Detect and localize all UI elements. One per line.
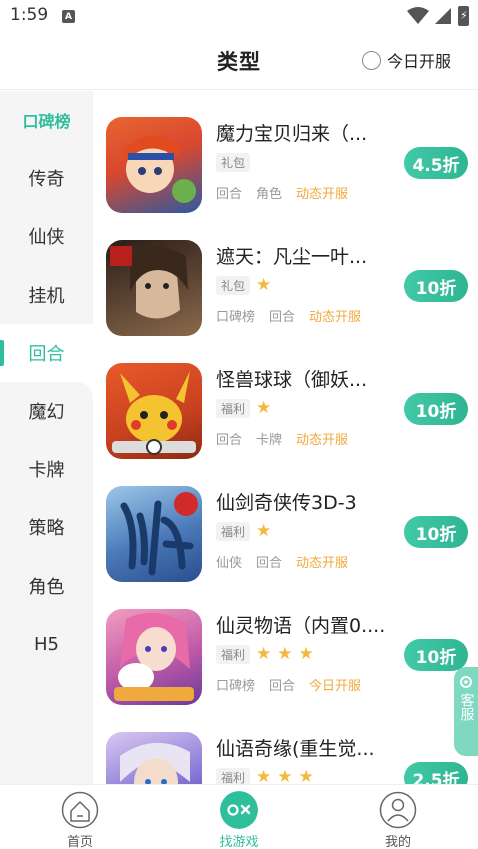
game-icon (106, 609, 202, 705)
game-genre: 口碑榜 (216, 679, 256, 694)
game-icon (106, 732, 202, 784)
game-meta: 回合 角色 动态开服 (216, 183, 348, 202)
header: 类型 今日开服 (0, 32, 478, 90)
rating-stars: ★ (256, 275, 271, 295)
game-genre: 回合 (216, 433, 243, 448)
status-time: 1:59 (10, 5, 49, 25)
game-genre: 回合 (216, 187, 243, 202)
game-icon (106, 486, 202, 582)
game-icon (106, 363, 202, 459)
today-open-toggle[interactable]: 今日开服 (361, 48, 451, 72)
nav-profile-label: 我的 (384, 835, 411, 849)
radio-icon[interactable] (361, 50, 381, 70)
headset-icon (460, 676, 472, 688)
game-tag: 福利 (216, 399, 251, 418)
game-name: 仙剑奇侠传3D-3 (216, 492, 357, 514)
game-genre: 回合 (269, 310, 296, 325)
game-tag: 福利 (216, 768, 251, 784)
category-item-idle[interactable]: 挂机 (0, 266, 93, 324)
category-item-card[interactable]: 卡牌 (0, 440, 93, 498)
category-sidebar: 口碑榜 传奇 仙侠 挂机 回合 魔幻 卡牌 策略 角色 H5 (0, 91, 93, 784)
category-item-rpg[interactable]: 角色 (0, 557, 93, 615)
nav-find-games[interactable]: 找游戏 (179, 785, 299, 849)
user-icon (379, 791, 417, 829)
game-genre: 口碑榜 (216, 310, 256, 325)
star-icon: ★ (277, 767, 293, 784)
rating-stars: ★ ★ ★ (256, 644, 314, 664)
customer-service-button[interactable]: 客服 (454, 667, 478, 756)
wifi-icon (407, 7, 429, 24)
game-tag: 礼包 (216, 153, 251, 172)
discount-badge[interactable]: 10折 (404, 639, 468, 671)
game-name: 魔力宝贝归来（... (216, 123, 368, 145)
rating-stars: ★ (256, 398, 271, 418)
star-icon: ★ (256, 644, 272, 664)
discount-badge[interactable]: 4.5折 (404, 147, 468, 179)
game-genre: 角色 (256, 187, 283, 202)
customer-service-label: 客服 (458, 693, 475, 721)
game-server-status: 动态开服 (296, 556, 349, 571)
game-icon (106, 240, 202, 336)
game-server-status: 今日开服 (309, 679, 362, 694)
discount-badge[interactable]: 10折 (404, 516, 468, 548)
discount-badge[interactable]: 10折 (404, 393, 468, 425)
game-name: 怪兽球球（御妖... (216, 369, 368, 391)
category-item-strategy[interactable]: 策略 (0, 498, 93, 556)
star-icon: ★ (298, 644, 314, 664)
star-icon: ★ (256, 767, 272, 784)
game-server-status: 动态开服 (296, 187, 349, 202)
game-icon (106, 117, 202, 213)
category-item-turn-based[interactable]: 回合 (0, 324, 93, 382)
list-item[interactable]: 怪兽球球（御妖... 福利 ★ 回合 卡牌 动态开服 10折 (93, 337, 478, 460)
list-item[interactable]: 魔力宝贝归来（... 礼包 回合 角色 动态开服 4.5折 (93, 91, 478, 214)
rating-stars: ★ (256, 521, 271, 541)
game-server-status: 动态开服 (296, 433, 349, 448)
status-bar: 1:59 A ⚡ (0, 0, 478, 32)
discount-badge[interactable]: 2.5折 (404, 762, 468, 784)
game-list[interactable]: 魔力宝贝归来（... 礼包 回合 角色 动态开服 4.5折 遮天：凡尘一叶...… (93, 91, 478, 784)
game-genre: 回合 (256, 556, 283, 571)
category-item-h5[interactable]: H5 (0, 615, 93, 673)
star-icon: ★ (256, 275, 272, 295)
star-icon: ★ (298, 767, 314, 784)
star-icon: ★ (256, 521, 272, 541)
nav-home-label: 首页 (66, 835, 93, 849)
game-server-status: 动态开服 (309, 310, 362, 325)
rating-stars: ★ ★ ★ (256, 767, 314, 784)
game-name: 仙语奇缘(重生觉... (216, 738, 375, 760)
game-meta: 口碑榜 回合 今日开服 (216, 675, 361, 694)
list-item[interactable]: 仙灵物语（内置0.... 福利 ★ ★ ★ 口碑榜 回合 今日开服 10折 (93, 583, 478, 706)
category-item-reputation[interactable]: 口碑榜 (0, 91, 93, 149)
bottom-nav: 首页 找游戏 我的 (0, 784, 478, 849)
game-tag: 福利 (216, 645, 251, 664)
category-item-xianxia[interactable]: 仙侠 (0, 207, 93, 265)
list-item[interactable]: 遮天：凡尘一叶... 礼包 ★ 口碑榜 回合 动态开服 10折 (93, 214, 478, 337)
list-item[interactable]: 仙剑奇侠传3D-3 福利 ★ 仙侠 回合 动态开服 10折 (93, 460, 478, 583)
game-genre: 回合 (269, 679, 296, 694)
game-tag: 礼包 (216, 276, 251, 295)
nav-profile[interactable]: 我的 (338, 785, 458, 849)
nav-home[interactable]: 首页 (20, 785, 140, 849)
star-icon: ★ (256, 398, 272, 418)
battery-icon: ⚡ (458, 6, 469, 26)
game-name: 遮天：凡尘一叶... (216, 246, 368, 268)
home-icon (61, 791, 99, 829)
game-meta: 仙侠 回合 动态开服 (216, 552, 348, 571)
category-item-fantasy[interactable]: 魔幻 (0, 382, 93, 440)
nav-find-games-label: 找游戏 (219, 835, 259, 849)
game-genre: 仙侠 (216, 556, 243, 571)
discount-badge[interactable]: 10折 (404, 270, 468, 302)
signal-icon (435, 8, 451, 24)
game-meta: 回合 卡牌 动态开服 (216, 429, 348, 448)
game-tag: 福利 (216, 522, 251, 541)
game-meta: 口碑榜 回合 动态开服 (216, 306, 361, 325)
game-genre: 卡牌 (256, 433, 283, 448)
star-icon: ★ (277, 644, 293, 664)
category-item-legend[interactable]: 传奇 (0, 149, 93, 207)
gamepad-icon (220, 791, 258, 829)
list-item[interactable]: 仙语奇缘(重生觉... 福利 ★ ★ ★ 2.5折 (93, 706, 478, 784)
game-name: 仙灵物语（内置0.... (216, 615, 386, 637)
today-open-label: 今日开服 (386, 52, 451, 71)
notification-a-icon: A (62, 10, 75, 23)
